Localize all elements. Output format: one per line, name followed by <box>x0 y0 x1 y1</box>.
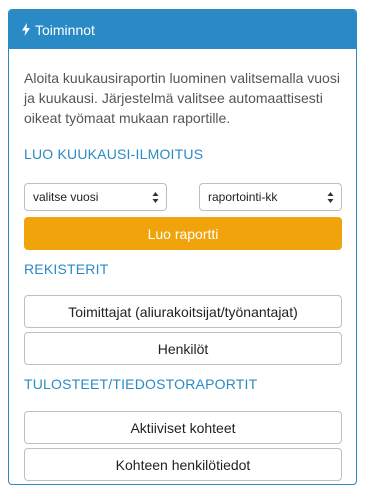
panel-header: Toiminnot <box>9 10 356 49</box>
year-select-value: valitse vuosi <box>33 190 99 204</box>
site-person-data-button[interactable]: Kohteen henkilötiedot <box>24 448 342 481</box>
reports-heading: TULOSTEET/TIEDOSTORAPORTIT <box>24 376 258 392</box>
monthly-report-heading: LUO KUUKAUSI-ILMOITUS <box>24 146 204 162</box>
intro-text: Aloita kuukausiraportin luominen valitse… <box>24 70 340 126</box>
select-arrows-icon <box>327 192 334 203</box>
active-sites-button[interactable]: Aktiiviset kohteet <box>24 411 342 444</box>
registers-heading: REKISTERIT <box>24 261 109 277</box>
bolt-icon <box>22 23 30 36</box>
select-arrows-icon <box>152 192 159 203</box>
create-report-button[interactable]: Luo raportti <box>24 217 342 250</box>
actions-panel: Toiminnot Aloita kuukausiraportin luomin… <box>8 9 357 485</box>
suppliers-button[interactable]: Toimittajat (aliurakoitsijat/työnantajat… <box>24 295 342 328</box>
period-select-value: raportointi-kk <box>208 190 278 204</box>
year-select[interactable]: valitse vuosi <box>24 183 167 211</box>
period-select[interactable]: raportointi-kk <box>199 183 342 211</box>
persons-button[interactable]: Henkilöt <box>24 332 342 365</box>
panel-title: Toiminnot <box>35 21 95 38</box>
